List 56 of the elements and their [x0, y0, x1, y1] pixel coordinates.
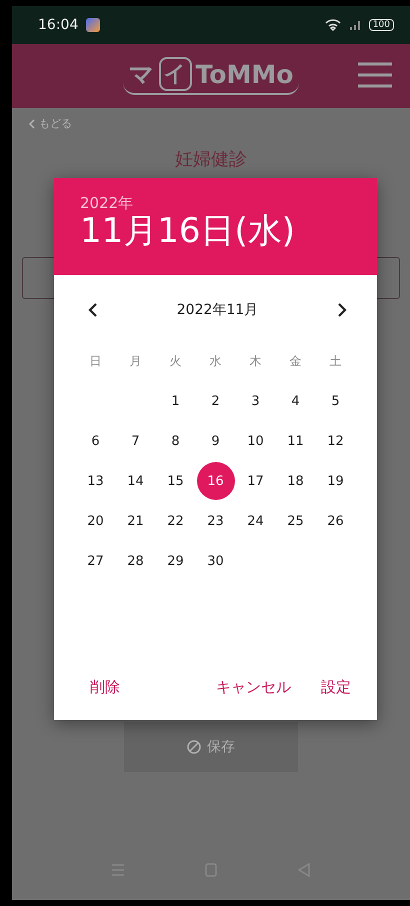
menu-icon[interactable] — [358, 62, 392, 88]
confirm-button[interactable]: 設定 — [317, 672, 355, 702]
calendar-day[interactable]: 21 — [116, 502, 154, 540]
month-label: 2022年11月 — [176, 301, 258, 319]
weekday-label: 月 — [128, 352, 142, 370]
calendar-day[interactable]: 27 — [76, 542, 114, 580]
calendar-day[interactable]: 4 — [276, 382, 314, 420]
page-title: 妊婦健診 — [174, 148, 248, 171]
chevron-left-icon[interactable] — [28, 118, 35, 128]
weekday-label: 金 — [288, 352, 302, 370]
calendar-day[interactable]: 10 — [236, 422, 274, 460]
signal-icon — [348, 19, 361, 31]
weekday-label: 土 — [328, 352, 342, 370]
status-time: 16:04 — [38, 17, 78, 33]
calendar-day[interactable]: 11 — [276, 422, 314, 460]
home-icon[interactable] — [204, 863, 217, 877]
calendar-day[interactable]: 18 — [276, 462, 314, 500]
battery-indicator: 100 — [368, 19, 394, 31]
back-icon[interactable] — [298, 863, 310, 877]
wifi-icon — [324, 19, 341, 31]
selected-date: 11月16日(水) — [80, 213, 296, 250]
calendar-day[interactable]: 19 — [316, 462, 354, 500]
calendar-day[interactable]: 1 — [156, 382, 194, 420]
calendar-day[interactable]: 29 — [156, 542, 194, 580]
selected-year: 2022年 — [80, 194, 134, 213]
calendar-day[interactable]: 15 — [156, 462, 194, 500]
cancel-button[interactable]: キャンセル — [212, 672, 295, 702]
calendar-day[interactable]: 12 — [316, 422, 354, 460]
calendar-day[interactable]: 3 — [236, 382, 274, 420]
calendar-day[interactable]: 14 — [116, 462, 154, 500]
weekday-label: 火 — [168, 352, 182, 370]
calendar-day[interactable]: 7 — [116, 422, 154, 460]
delete-button[interactable]: 削除 — [86, 672, 124, 702]
calendar-day[interactable]: 22 — [156, 502, 194, 540]
app-notification-icon — [86, 18, 100, 32]
weekday-label: 水 — [208, 352, 222, 370]
calendar-day[interactable]: 13 — [76, 462, 114, 500]
calendar-day[interactable]: 6 — [76, 422, 114, 460]
calendar-day[interactable]: 20 — [76, 502, 114, 540]
calendar-day[interactable]: 28 — [116, 542, 154, 580]
calendar-day[interactable]: 8 — [156, 422, 194, 460]
weekday-label: 木 — [248, 352, 262, 370]
calendar-day[interactable]: 24 — [236, 502, 274, 540]
calendar-day[interactable]: 2 — [196, 382, 234, 420]
calendar-day[interactable]: 23 — [196, 502, 234, 540]
calendar-day[interactable]: 5 — [316, 382, 354, 420]
calendar-day[interactable]: 9 — [196, 422, 234, 460]
calendar-day[interactable]: 25 — [276, 502, 314, 540]
calendar-day[interactable]: 17 — [236, 462, 274, 500]
calendar-day[interactable]: 30 — [196, 542, 234, 580]
app-logo: マ イ ToMMo — [122, 57, 300, 95]
weekday-label: 日 — [88, 352, 102, 370]
previous-month-icon[interactable] — [86, 301, 100, 319]
slashed-circle-icon — [187, 740, 201, 754]
calendar-day[interactable]: 16 — [196, 462, 234, 500]
calendar-day[interactable]: 26 — [316, 502, 354, 540]
